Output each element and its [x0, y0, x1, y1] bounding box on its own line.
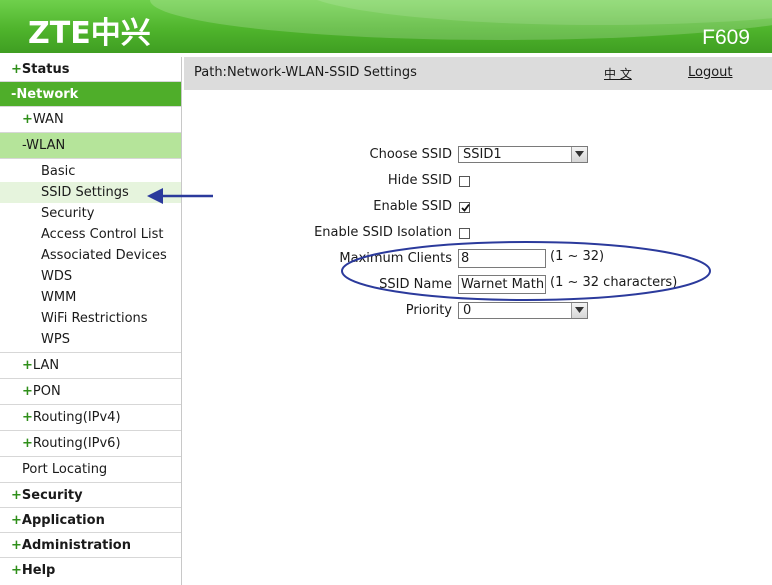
- nav-pon[interactable]: +PON: [0, 379, 181, 405]
- nav-label: Application: [21, 513, 105, 528]
- nav-wlan-associated-devices[interactable]: Associated Devices: [0, 245, 181, 266]
- sidebar: +Status -Network +WAN -WLAN Basic SSID S…: [0, 57, 182, 585]
- nav-label: Help: [21, 563, 56, 578]
- plus-icon: +: [22, 358, 33, 373]
- plus-icon: +: [11, 62, 22, 77]
- plus-icon: +: [22, 112, 33, 127]
- priority-value: 0: [463, 303, 472, 318]
- nav-label: Administration: [21, 538, 131, 553]
- language-link[interactable]: 中 文: [604, 65, 632, 82]
- chevron-down-icon: [571, 147, 587, 162]
- hide-ssid-label: Hide SSID: [387, 173, 452, 188]
- choose-ssid-label: Choose SSID: [369, 147, 452, 162]
- plus-icon: +: [22, 436, 33, 451]
- model-name: F609: [702, 26, 750, 49]
- logout-link[interactable]: Logout: [688, 65, 733, 80]
- plus-icon: +: [22, 410, 33, 425]
- path-bar: Path:Network-WLAN-SSID Settings 中 文 Logo…: [184, 57, 772, 90]
- nav-lan[interactable]: +LAN: [0, 353, 181, 379]
- nav-wlan-wps[interactable]: WPS: [0, 329, 181, 350]
- nav-routing-ipv6[interactable]: +Routing(IPv6): [0, 431, 181, 457]
- checkmark-icon: [461, 203, 470, 212]
- nav-label: Port Locating: [22, 462, 108, 477]
- nav-label: Routing(IPv4): [32, 410, 121, 425]
- nav-port-locating[interactable]: Port Locating: [0, 457, 181, 483]
- priority-select[interactable]: 0: [458, 302, 588, 319]
- nav-wan[interactable]: +WAN: [0, 107, 181, 133]
- nav-label: Network: [16, 87, 79, 102]
- nav-label: PON: [32, 384, 61, 399]
- plus-icon: +: [11, 513, 22, 528]
- nav-help[interactable]: +Help: [0, 558, 181, 583]
- nav-label: Status: [21, 62, 70, 77]
- nav-wlan-security[interactable]: Security: [0, 203, 181, 224]
- nav-label: WAN: [32, 112, 64, 127]
- nav-label: Routing(IPv6): [32, 436, 121, 451]
- nav-security[interactable]: +Security: [0, 483, 181, 508]
- plus-icon: +: [11, 538, 22, 553]
- nav-routing-ipv4[interactable]: +Routing(IPv4): [0, 405, 181, 431]
- nav-network[interactable]: -Network: [0, 82, 181, 107]
- nav-wlan-wifi-restrictions[interactable]: WiFi Restrictions: [0, 308, 181, 329]
- nav-wlan-wds[interactable]: WDS: [0, 266, 181, 287]
- nav-status[interactable]: +Status: [0, 57, 181, 82]
- nav-administration[interactable]: +Administration: [0, 533, 181, 558]
- nav-wlan-basic[interactable]: Basic: [0, 161, 181, 182]
- nav-label: WLAN: [26, 138, 66, 153]
- choose-ssid-select[interactable]: SSID1: [458, 146, 588, 163]
- annotation-ellipse: [341, 241, 711, 301]
- nav-wlan[interactable]: -WLAN: [0, 133, 181, 159]
- nav-application[interactable]: +Application: [0, 508, 181, 533]
- nav-label: LAN: [32, 358, 60, 373]
- enable-ssid-label: Enable SSID: [373, 199, 452, 214]
- nav-wlan-wmm[interactable]: WMM: [0, 287, 181, 308]
- zte-logo: ZTE中兴: [28, 16, 151, 51]
- plus-icon: +: [11, 488, 22, 503]
- annotation-arrow-icon: [147, 188, 213, 204]
- enable-ssid-checkbox[interactable]: [459, 202, 470, 213]
- choose-ssid-value: SSID1: [463, 147, 502, 162]
- chevron-down-icon: [571, 303, 587, 318]
- priority-label: Priority: [405, 303, 452, 318]
- nav-wlan-acl[interactable]: Access Control List: [0, 224, 181, 245]
- plus-icon: +: [22, 384, 33, 399]
- header-banner: ZTE中兴 F609: [0, 0, 772, 53]
- plus-icon: +: [11, 563, 22, 578]
- hide-ssid-checkbox[interactable]: [459, 176, 470, 187]
- breadcrumb: Path:Network-WLAN-SSID Settings: [194, 65, 417, 80]
- nav-label: Security: [21, 488, 83, 503]
